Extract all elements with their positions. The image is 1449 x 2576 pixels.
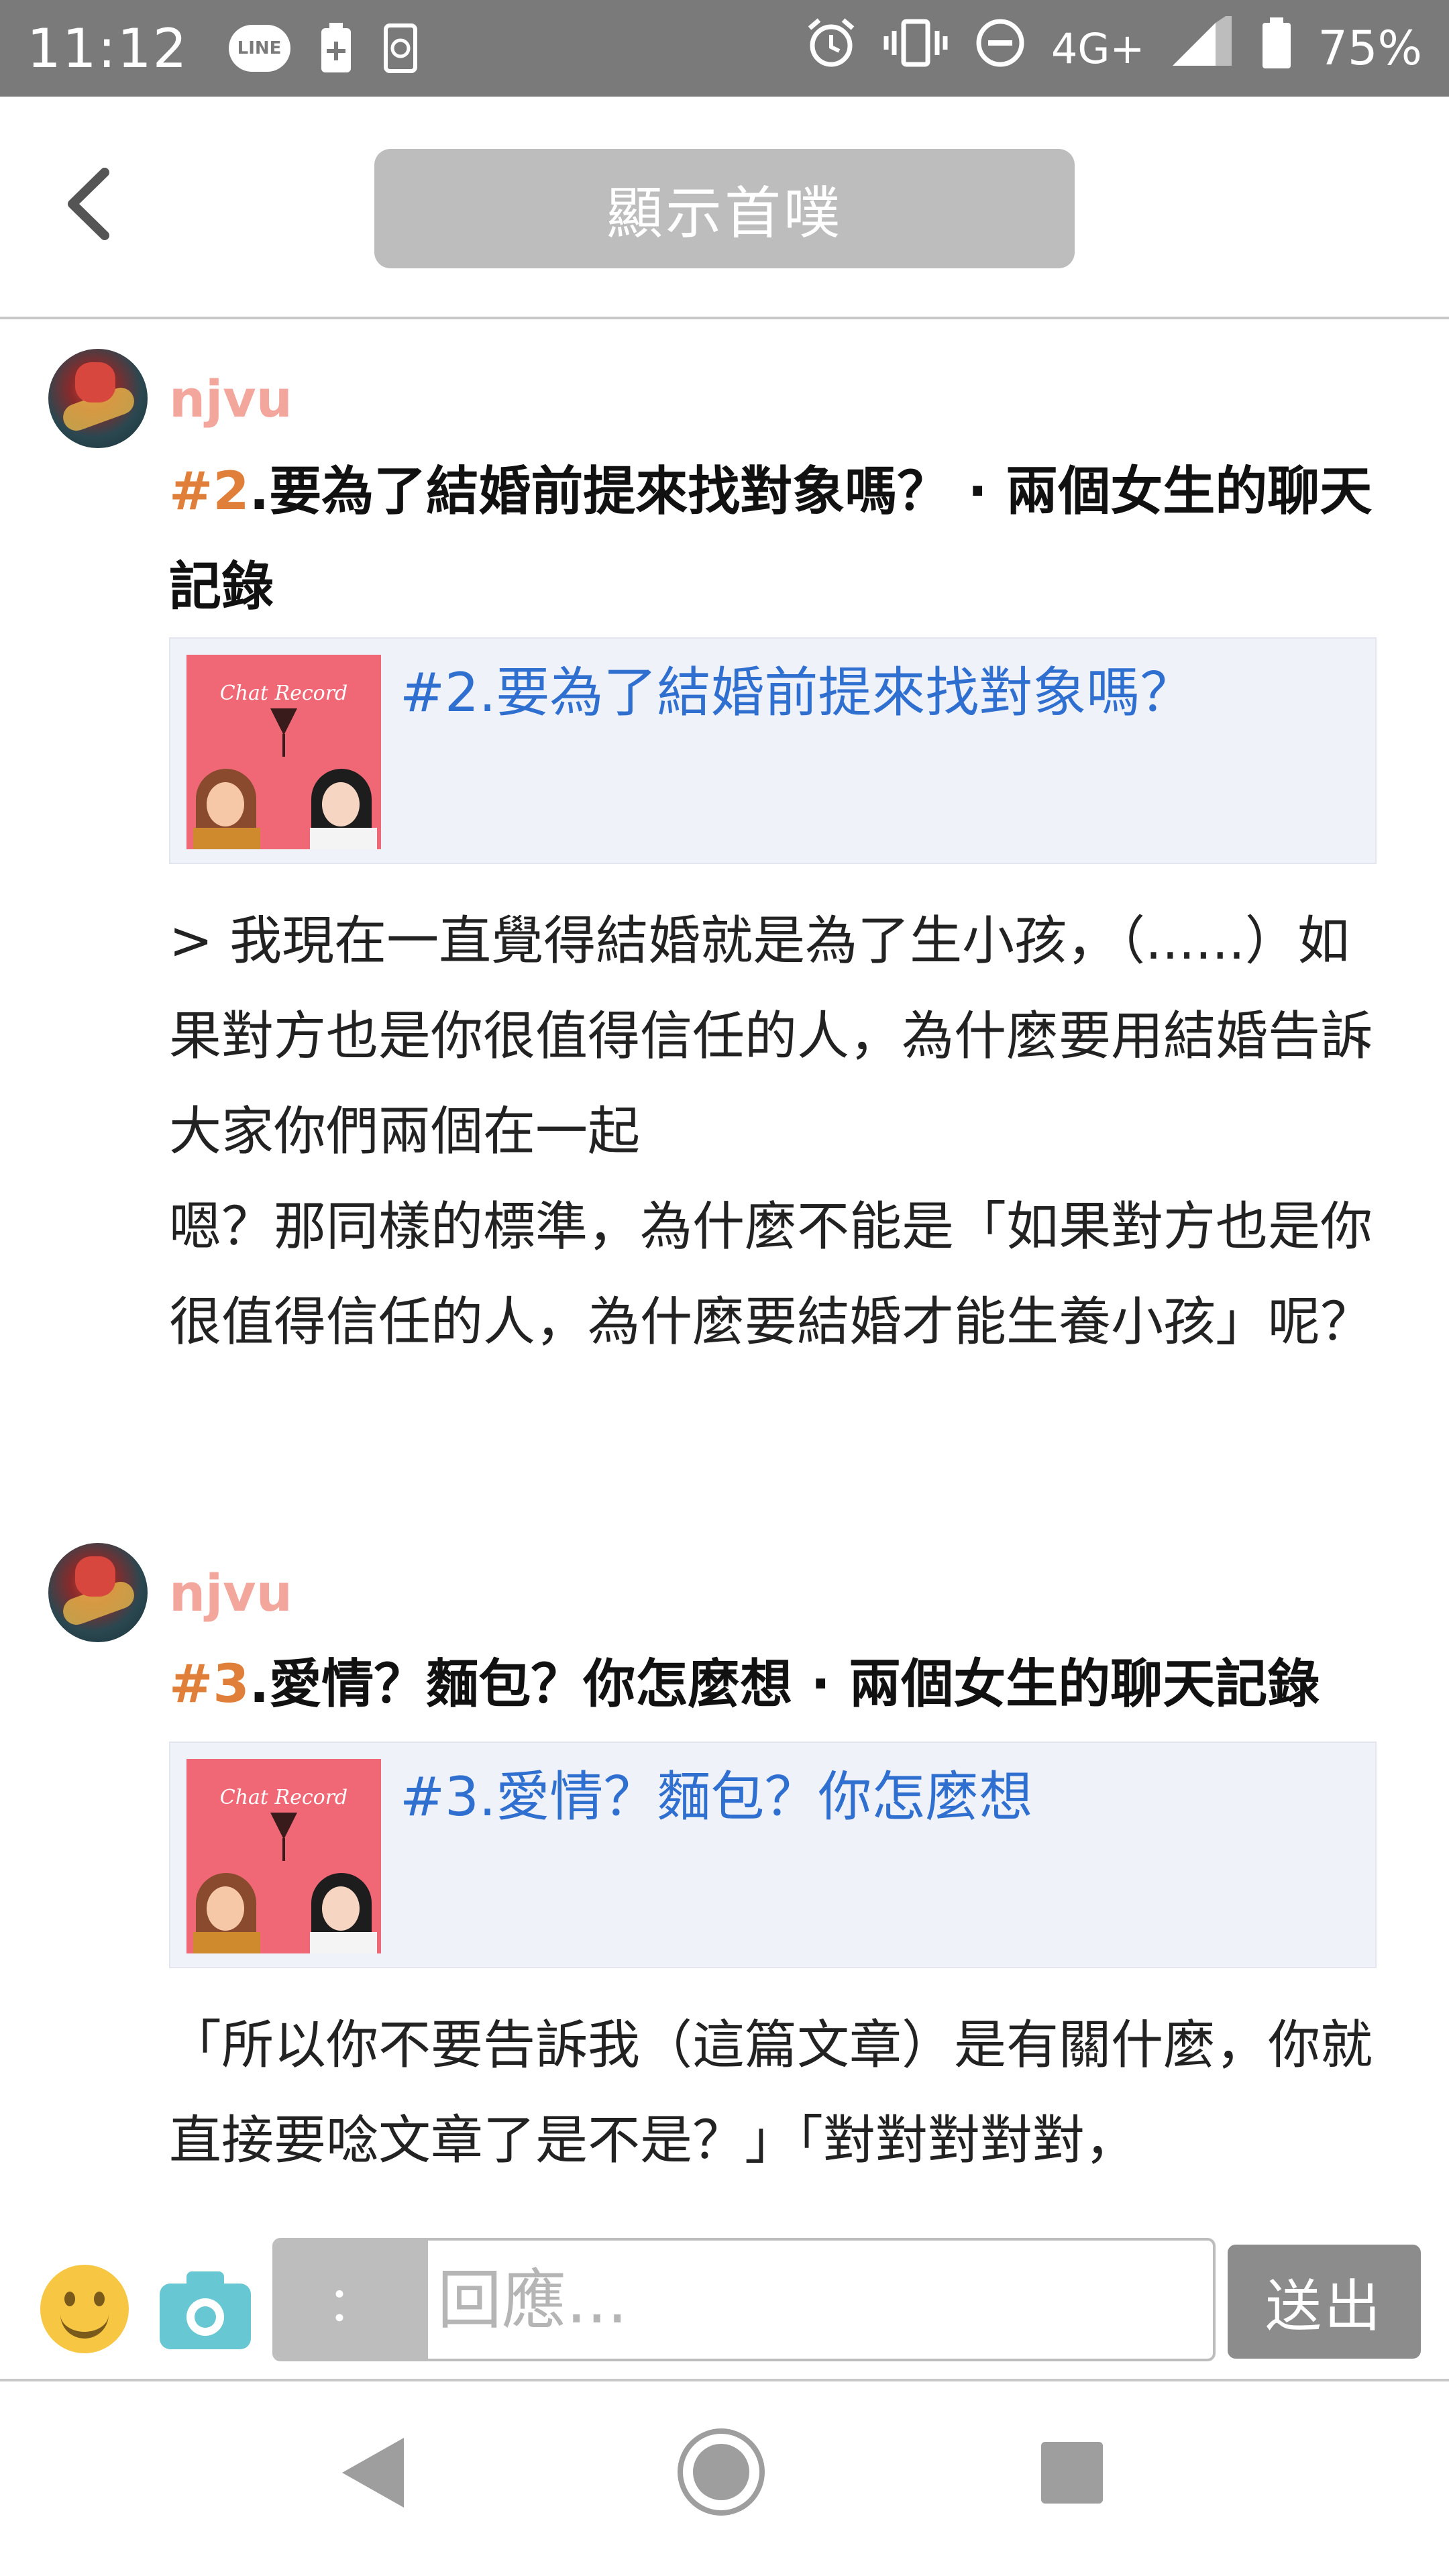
link-thumbnail: Chat Record	[186, 655, 381, 849]
vibrate-icon	[882, 16, 949, 81]
nav-recents-icon[interactable]	[1041, 2442, 1103, 2504]
post-paragraph: 嗯？那同樣的標準，為什麼不能是「如果對方也是你很值得信任的人，為什麼要結婚才能生…	[169, 1197, 1373, 1352]
post-paragraph: > 我現在一直覺得結婚就是為了生小孩，（......）如果對方也是你很值得信任的…	[169, 911, 1373, 1162]
link-preview-card[interactable]: Chat Record #2.要為了結婚前提來找對象嗎？	[169, 637, 1377, 864]
thumbnail-title: Chat Record	[219, 682, 348, 705]
link-title[interactable]: #3.愛情？麵包？你怎麼想	[400, 1754, 1032, 1831]
reply-bar: ： 送出	[0, 2227, 1449, 2381]
response-list: njvu #2.要為了結婚前提來找對象嗎？ · 兩個女生的聊天記錄 Chat R…	[0, 322, 1449, 2227]
post-title-text: .要為了結婚前提來找對象嗎？ · 兩個女生的聊天記錄	[169, 462, 1373, 617]
post-paragraph: 「所以你不要告訴我（這篇文章）是有關什麼，你就直接要唸文章了是不是？」「對對對對…	[169, 2015, 1373, 2171]
status-time: 11:12	[27, 17, 189, 80]
battery-saver-icon	[317, 21, 355, 75]
signal-icon	[1169, 11, 1236, 81]
post-title-number: #3	[169, 1654, 250, 1715]
emoji-button[interactable]	[40, 2265, 129, 2353]
author-name[interactable]: njvu	[169, 1563, 292, 1623]
alarm-icon	[804, 16, 858, 81]
post-title: #3.愛情？麵包？你怎麼想 · 兩個女生的聊天記錄	[169, 1637, 1377, 1732]
link-title[interactable]: #2.要為了結婚前提來找對象嗎？	[400, 649, 1193, 727]
line-app-icon: LINE	[228, 25, 290, 72]
chevron-left-icon	[68, 168, 109, 240]
response-item: njvu #2.要為了結婚前提來找對象嗎？ · 兩個女生的聊天記錄 Chat R…	[0, 322, 1449, 1503]
reply-input[interactable]	[436, 2241, 1210, 2359]
reply-box: ：	[272, 2238, 1216, 2361]
author-name[interactable]: njvu	[169, 369, 292, 429]
network-type: 4G+	[1051, 23, 1145, 73]
header: 顯示首噗	[0, 97, 1449, 319]
battery-icon	[1260, 16, 1293, 81]
camera-button[interactable]	[160, 2269, 251, 2349]
post-title: #2.要為了結婚前提來找對象嗎？ · 兩個女生的聊天記錄	[169, 444, 1377, 635]
post-title-text: .愛情？麵包？你怎麼想 · 兩個女生的聊天記錄	[249, 1654, 1320, 1715]
post-title-number: #2	[169, 462, 250, 522]
screenshot-notification-icon	[382, 21, 419, 75]
thumbnail-title: Chat Record	[219, 1786, 348, 1809]
avatar[interactable]	[48, 1543, 148, 1642]
avatar[interactable]	[48, 349, 148, 448]
link-thumbnail: Chat Record	[186, 1759, 381, 1953]
nav-back-icon[interactable]	[342, 2438, 404, 2508]
system-nav-bar	[0, 2384, 1449, 2576]
response-item: njvu #3.愛情？麵包？你怎麼想 · 兩個女生的聊天記錄 Chat Reco…	[0, 1516, 1449, 2227]
battery-percent: 75%	[1318, 21, 1422, 76]
send-button[interactable]: 送出	[1228, 2245, 1421, 2359]
qualifier-selector[interactable]: ：	[275, 2241, 428, 2359]
back-button[interactable]	[47, 164, 127, 244]
post-body: > 我現在一直覺得結婚就是為了生小孩，（......）如果對方也是你很值得信任的…	[169, 894, 1377, 1370]
do-not-disturb-icon	[973, 16, 1027, 81]
post-body: 「所以你不要告訴我（這篇文章）是有關什麼，你就直接要唸文章了是不是？」「對對對對…	[169, 1998, 1377, 2188]
nav-home-dot	[693, 2444, 749, 2500]
status-bar: 11:12 LINE 4G+ 75%	[0, 0, 1449, 97]
link-preview-card[interactable]: Chat Record #3.愛情？麵包？你怎麼想	[169, 1741, 1377, 1968]
show-first-post-button[interactable]: 顯示首噗	[374, 149, 1075, 268]
